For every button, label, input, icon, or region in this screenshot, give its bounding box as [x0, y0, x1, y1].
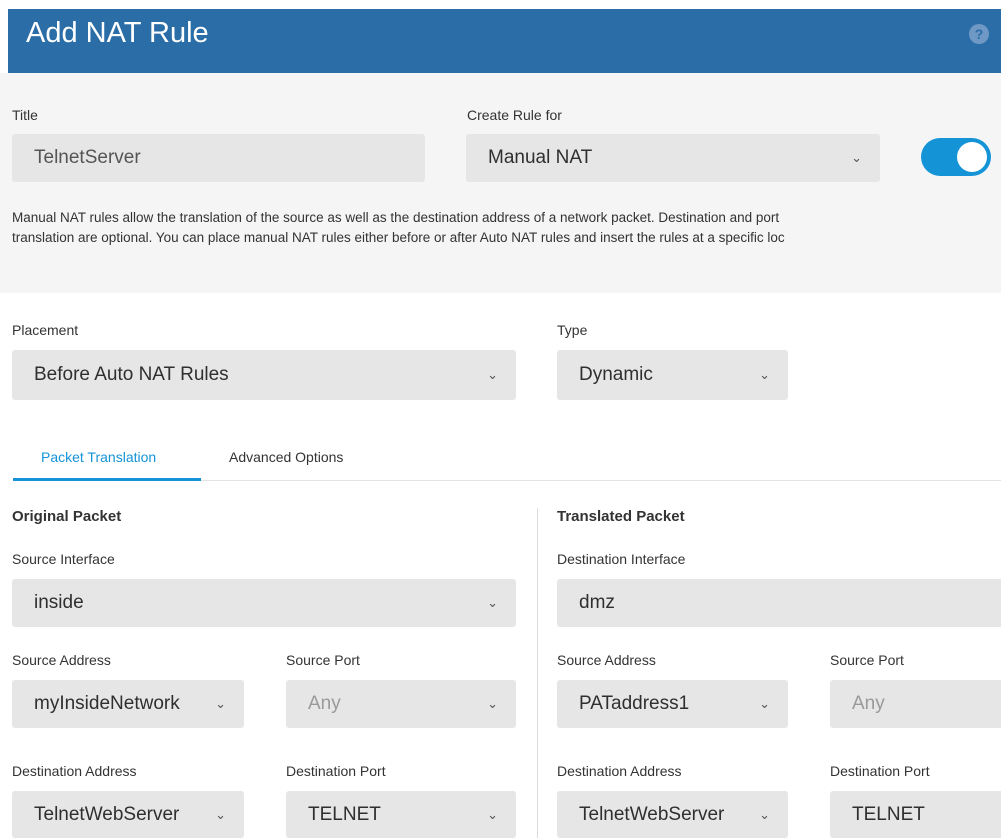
chevron-down-icon: ⌄	[487, 806, 498, 822]
help-icon[interactable]: ?	[969, 24, 989, 44]
description-line-2: translation are optional. You can place …	[12, 230, 785, 245]
tab-packet-translation[interactable]: Packet Translation	[41, 449, 156, 465]
original-source-port-select[interactable]: Any ⌄	[286, 680, 516, 728]
type-value: Dynamic	[579, 364, 653, 385]
column-divider	[537, 508, 538, 838]
type-select[interactable]: Dynamic ⌄	[557, 350, 788, 400]
title-input-value: TelnetServer	[34, 147, 141, 168]
type-label: Type	[557, 322, 588, 338]
original-dest-address-value: TelnetWebServer	[34, 803, 180, 825]
source-interface-label: Source Interface	[12, 551, 115, 567]
destination-interface-label: Destination Interface	[557, 551, 686, 567]
original-dest-address-select[interactable]: TelnetWebServer ⌄	[12, 791, 244, 838]
dialog-title: Add NAT Rule	[26, 17, 209, 49]
chevron-down-icon: ⌄	[759, 367, 770, 382]
chevron-down-icon: ⌄	[215, 696, 226, 711]
toggle-knob	[957, 142, 987, 172]
placement-select[interactable]: Before Auto NAT Rules ⌄	[12, 350, 516, 400]
create-rule-select[interactable]: Manual NAT ⌄	[466, 134, 880, 182]
description-line-1: Manual NAT rules allow the translation o…	[12, 210, 780, 225]
translated-source-address-value: PATaddress1	[579, 693, 690, 714]
rule-settings-panel	[0, 73, 1001, 293]
destination-interface-value: dmz	[579, 592, 615, 613]
translated-dest-port-select[interactable]: TELNET	[830, 791, 1001, 838]
translated-packet-heading: Translated Packet	[557, 508, 685, 525]
translated-dest-address-label: Destination Address	[557, 763, 682, 779]
title-input[interactable]: TelnetServer	[12, 134, 425, 182]
create-rule-label: Create Rule for	[467, 107, 562, 123]
enabled-toggle[interactable]	[921, 138, 991, 176]
placement-label: Placement	[12, 322, 79, 338]
translated-source-port-value: Any	[852, 693, 885, 714]
translated-dest-port-value: TELNET	[852, 803, 925, 825]
tab-advanced-options[interactable]: Advanced Options	[229, 449, 343, 465]
translated-dest-address-select[interactable]: TelnetWebServer ⌄	[557, 791, 788, 838]
original-source-port-value: Any	[308, 693, 341, 714]
translated-dest-port-label: Destination Port	[830, 763, 930, 779]
source-interface-select[interactable]: inside ⌄	[12, 579, 516, 627]
translated-source-address-select[interactable]: PATaddress1 ⌄	[557, 680, 788, 728]
destination-interface-select[interactable]: dmz	[557, 579, 1001, 627]
chevron-down-icon: ⌄	[759, 696, 770, 711]
title-label: Title	[12, 107, 38, 123]
chevron-down-icon: ⌄	[487, 367, 498, 382]
dialog-header: Add NAT Rule ?	[8, 9, 1001, 73]
chevron-down-icon: ⌄	[759, 806, 770, 822]
create-rule-value: Manual NAT	[488, 147, 593, 168]
chevron-down-icon: ⌄	[487, 595, 498, 610]
original-source-address-select[interactable]: myInsideNetwork ⌄	[12, 680, 244, 728]
original-dest-address-label: Destination Address	[12, 763, 137, 779]
translated-source-port-label: Source Port	[830, 652, 904, 668]
translated-source-port-select[interactable]: Any	[830, 680, 1001, 728]
placement-value: Before Auto NAT Rules	[34, 364, 229, 385]
chevron-down-icon: ⌄	[487, 696, 498, 711]
chevron-down-icon: ⌄	[215, 806, 226, 822]
translated-dest-address-value: TelnetWebServer	[579, 803, 725, 825]
original-source-port-label: Source Port	[286, 652, 360, 668]
original-source-address-value: myInsideNetwork	[34, 693, 180, 714]
chevron-down-icon: ⌄	[851, 150, 862, 165]
original-packet-heading: Original Packet	[12, 508, 122, 525]
original-dest-port-label: Destination Port	[286, 763, 386, 779]
original-dest-port-value: TELNET	[308, 803, 381, 825]
original-source-address-label: Source Address	[12, 652, 111, 668]
translated-source-address-label: Source Address	[557, 652, 656, 668]
source-interface-value: inside	[34, 592, 84, 613]
active-tab-indicator	[13, 478, 201, 481]
rule-description: Manual NAT rules allow the translation o…	[12, 208, 1001, 248]
original-dest-port-select[interactable]: TELNET ⌄	[286, 791, 516, 838]
